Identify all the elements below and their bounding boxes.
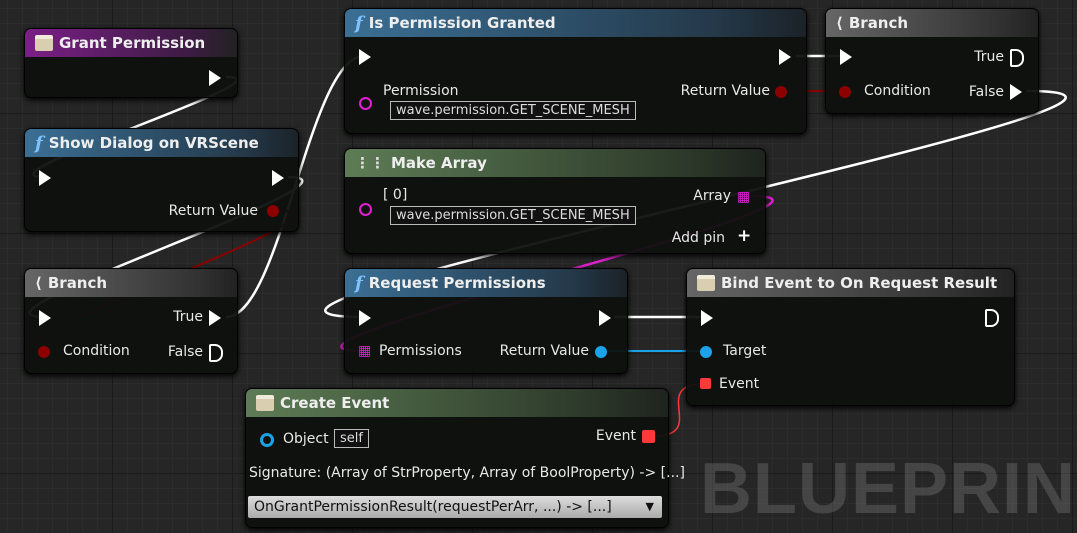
permissions-pin[interactable]: ▦ — [358, 343, 371, 359]
event-icon — [35, 35, 53, 51]
true-label: True — [173, 309, 203, 325]
node-title: Bind Event to On Request Result — [721, 274, 998, 292]
function-icon: f — [355, 272, 363, 294]
signature-label: Signature: (Array of StrProperty, Array … — [249, 465, 685, 481]
element-pin[interactable] — [359, 203, 372, 216]
exec-false-pin[interactable] — [209, 344, 223, 362]
node-title: Branch — [47, 274, 108, 292]
bool-out-pin[interactable] — [775, 86, 787, 98]
node-make-array[interactable]: ⋮⋮ Make Array [ 0] wave.permission.GET_SC… — [344, 148, 766, 254]
permission-input[interactable]: wave.permission.GET_SCENE_MESH — [390, 101, 636, 120]
function-dropdown[interactable]: OnGrantPermissionResult(requestPerArr, .… — [248, 496, 662, 518]
exec-out-pin[interactable] — [599, 310, 611, 326]
event-out-pin[interactable] — [642, 430, 655, 443]
exec-true-pin[interactable] — [1010, 49, 1024, 67]
element-input[interactable]: wave.permission.GET_SCENE_MESH — [390, 206, 636, 225]
node-request-permissions[interactable]: f Request Permissions ▦ Permissions Retur… — [344, 268, 628, 374]
blueprint-watermark: BLUEPRINT — [700, 449, 1077, 529]
false-label: False — [167, 344, 203, 360]
node-is-permission-granted[interactable]: f Is Permission Granted Permission wave.p… — [344, 8, 807, 134]
condition-pin[interactable] — [839, 86, 851, 98]
return-label: Return Value — [680, 83, 770, 99]
node-grant-permission[interactable]: Grant Permission — [24, 28, 238, 98]
index-label: [ 0] — [383, 187, 408, 203]
true-label: True — [974, 49, 1004, 65]
condition-label: Condition — [63, 343, 130, 359]
event-icon — [256, 395, 274, 411]
array-out-pin[interactable]: ▦ — [737, 189, 750, 205]
dropdown-value: OnGrantPermissionResult(requestPerArr, .… — [254, 499, 612, 515]
permissions-label: Permissions — [379, 343, 462, 359]
object-label: Object — [283, 431, 329, 447]
event-icon — [697, 275, 715, 291]
return-label: Return Value — [168, 203, 258, 219]
exec-in-pin[interactable] — [359, 49, 371, 65]
object-input[interactable]: self — [334, 429, 369, 448]
event-label: Event — [719, 376, 760, 392]
false-label: False — [968, 84, 1004, 100]
event-pin[interactable] — [700, 378, 711, 389]
node-branch-1[interactable]: ⟨ Branch True Condition False — [24, 268, 238, 374]
node-title: Is Permission Granted — [368, 14, 556, 32]
object-out-pin[interactable] — [595, 346, 607, 358]
exec-out-pin[interactable] — [209, 70, 221, 86]
exec-true-pin[interactable] — [209, 310, 221, 326]
exec-in-pin[interactable] — [39, 170, 51, 186]
branch-icon: ⟨ — [35, 274, 42, 292]
node-title: Branch — [848, 14, 909, 32]
node-branch-2[interactable]: ⟨ Branch True Condition False — [825, 8, 1039, 114]
condition-pin[interactable] — [38, 346, 50, 358]
exec-in-pin[interactable] — [359, 310, 371, 326]
node-bind-event[interactable]: Bind Event to On Request Result Target E… — [686, 268, 1015, 406]
exec-false-pin[interactable] — [1010, 84, 1022, 100]
event-label: Event — [595, 428, 636, 444]
return-label: Return Value — [499, 343, 589, 359]
node-title: Create Event — [280, 394, 390, 412]
make-array-icon: ⋮⋮ — [355, 154, 385, 172]
function-icon: f — [355, 12, 363, 34]
exec-in-pin[interactable] — [840, 49, 852, 65]
node-show-dialog[interactable]: f Show Dialog on VRScene Return Value — [24, 128, 299, 232]
plus-icon[interactable]: + — [737, 226, 751, 246]
bool-out-pin[interactable] — [267, 205, 279, 217]
object-pin[interactable] — [260, 433, 274, 447]
node-title: Request Permissions — [368, 274, 546, 292]
chevron-down-icon: ▼ — [645, 500, 654, 513]
exec-out-pin[interactable] — [985, 309, 999, 327]
target-pin[interactable] — [700, 346, 712, 358]
exec-in-pin[interactable] — [39, 310, 51, 326]
array-label: Array — [693, 188, 731, 204]
exec-out-pin[interactable] — [272, 170, 284, 186]
node-title: Make Array — [391, 154, 487, 172]
branch-icon: ⟨ — [836, 14, 843, 32]
function-icon: f — [35, 132, 43, 154]
condition-label: Condition — [864, 83, 931, 99]
permission-label: Permission — [383, 83, 459, 99]
add-pin-button[interactable]: Add pin — [672, 230, 725, 246]
target-label: Target — [723, 343, 767, 359]
permission-pin[interactable] — [359, 97, 372, 110]
node-title: Show Dialog on VRScene — [48, 134, 259, 152]
exec-out-pin[interactable] — [779, 49, 791, 65]
exec-in-pin[interactable] — [701, 310, 713, 326]
node-title: Grant Permission — [59, 34, 206, 52]
